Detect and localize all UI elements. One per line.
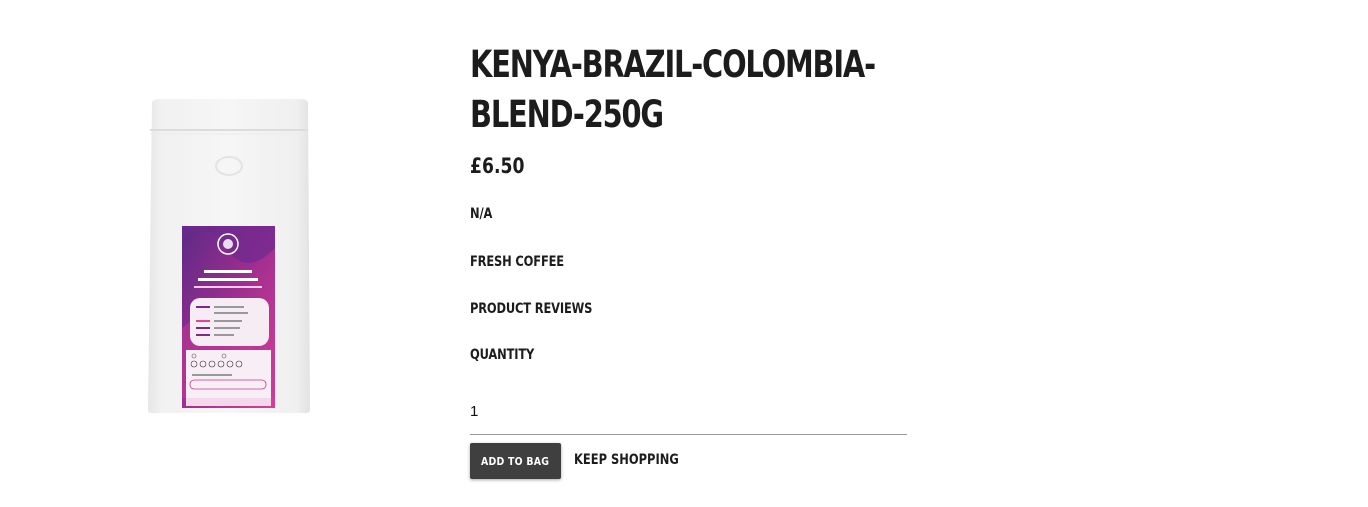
quantity-input[interactable] — [470, 398, 907, 420]
product-price: £6.50 — [470, 154, 525, 178]
product-image — [146, 98, 312, 414]
quantity-label: QUANTITY — [470, 347, 535, 363]
keep-shopping-link[interactable]: KEEP SHOPPING — [574, 452, 679, 468]
product-details: KENYA-BRAZIL-COLOMBIA-BLEND-250G £6.50 N… — [470, 40, 910, 363]
quantity-field — [470, 398, 907, 435]
product-subtitle: N/A — [470, 206, 493, 222]
add-to-bag-button[interactable]: ADD TO BAG — [470, 443, 561, 479]
product-reviews-link[interactable]: PRODUCT REVIEWS — [470, 301, 592, 317]
product-title: KENYA-BRAZIL-COLOMBIA-BLEND-250G — [470, 43, 876, 136]
coffee-bag-illustration — [148, 99, 310, 413]
product-category: FRESH COFFEE — [470, 254, 564, 270]
add-to-bag-label: ADD TO BAG — [481, 454, 550, 468]
